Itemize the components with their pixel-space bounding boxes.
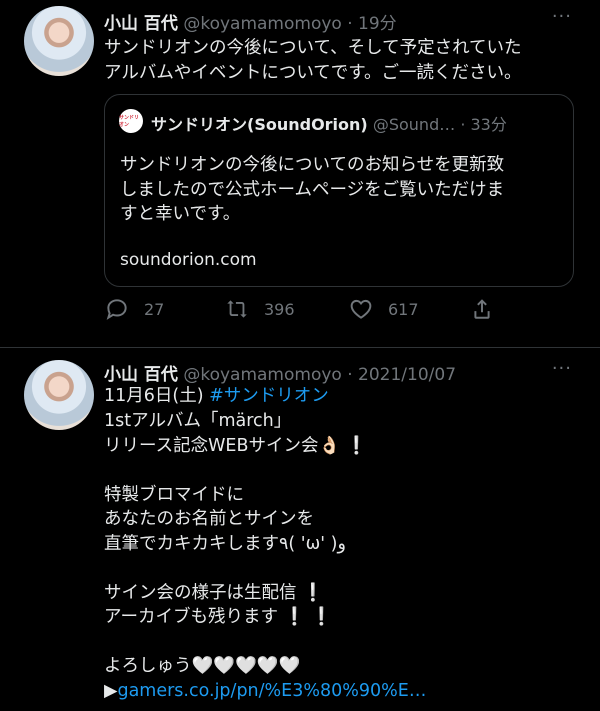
share-icon xyxy=(474,299,490,319)
quote-text: サンドリオンの今後についてのお知らせを更新致 しましたので公式ホームページをご覧… xyxy=(120,155,505,224)
like-count: 617 xyxy=(388,299,419,319)
author-name[interactable]: 小山 百代 xyxy=(104,14,178,34)
tweet-text-first-line: 11月6日(土) #サンドリオン xyxy=(104,384,329,409)
tweet-header: 小山 百代 @koyamamomoyo · 2021/10/07 xyxy=(104,360,456,385)
retweet-icon xyxy=(227,300,247,318)
tweet-link-line: ▶gamers.co.jp/pn/%E3%80%90%E… xyxy=(104,679,426,704)
author-handle[interactable]: @koyamamomoyo xyxy=(183,365,341,385)
tweet-text: 1stアルバム「märch」 リリース記念WEBサイン会👌🏻 ❕ 特製ブロマイド… xyxy=(104,411,368,676)
quote-link[interactable]: soundorion.com xyxy=(120,250,257,270)
timestamp[interactable]: · 2021/10/07 xyxy=(347,365,456,385)
action-bar: 27 396 617 xyxy=(104,296,514,330)
more-options-button[interactable]: ··· xyxy=(552,6,572,27)
reply-count: 27 xyxy=(144,299,165,319)
retweet-count: 396 xyxy=(264,299,295,319)
quoted-tweet[interactable]: サンドリオン サンドリオン(SoundOrion) @Sound… · 33分 … xyxy=(104,94,574,287)
reply-icon xyxy=(106,299,127,320)
quote-author-name: サンドリオン(SoundOrion) xyxy=(151,115,368,134)
tweet-link[interactable]: gamers.co.jp/pn/%E3%80%90%E… xyxy=(117,681,426,701)
retweet-button[interactable]: 396 xyxy=(224,296,295,322)
author-handle[interactable]: @koyamamomoyo xyxy=(183,14,341,34)
quote-author-handle: @Sound… xyxy=(372,115,456,134)
heart-icon xyxy=(350,299,372,319)
timestamp[interactable]: · 19分 xyxy=(347,14,396,34)
tweet[interactable]: 小山 百代 @koyamamomoyo · 19分 ··· サンドリオンの今後に… xyxy=(0,0,600,347)
avatar[interactable] xyxy=(24,6,94,76)
share-button[interactable] xyxy=(469,296,509,322)
tweet-header: 小山 百代 @koyamamomoyo · 19分 xyxy=(104,9,397,34)
quote-header: サンドリオン(SoundOrion) @Sound… · 33分 xyxy=(151,111,507,135)
like-button[interactable]: 617 xyxy=(348,296,419,322)
tweet-text: サンドリオンの今後について、そして予定されていた アルバムやイベントについてです… xyxy=(104,38,522,83)
logo-text: サンドリオン xyxy=(119,115,140,128)
more-options-button[interactable]: ··· xyxy=(552,358,572,379)
tweet[interactable]: 小山 百代 @koyamamomoyo · 2021/10/07 ··· 11月… xyxy=(0,348,600,711)
quote-timestamp: · 33分 xyxy=(460,115,507,134)
avatar[interactable] xyxy=(24,360,94,430)
reply-button[interactable]: 27 xyxy=(104,296,164,322)
date-text: 11月6日(土) xyxy=(104,386,210,406)
quote-avatar: サンドリオン xyxy=(119,109,143,133)
hashtag-link[interactable]: #サンドリオン xyxy=(209,386,329,406)
author-name[interactable]: 小山 百代 xyxy=(104,365,178,385)
arrow-icon: ▶ xyxy=(104,681,118,701)
